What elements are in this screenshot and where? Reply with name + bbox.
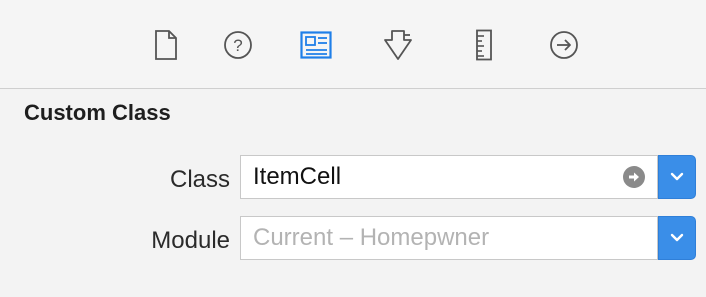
quick-help-icon[interactable]: ?	[220, 27, 256, 63]
module-label: Module	[151, 227, 230, 254]
chevron-down-icon	[670, 172, 684, 181]
file-inspector-icon[interactable]	[148, 27, 184, 63]
attributes-inspector-icon[interactable]	[380, 27, 416, 63]
module-placeholder: Current – Homepwner	[253, 224, 490, 251]
class-label: Class	[169, 166, 230, 193]
section-title: Custom Class	[24, 100, 171, 125]
toolbar-divider	[0, 88, 706, 89]
class-field[interactable]: ItemCell	[240, 155, 658, 199]
chevron-down-icon	[670, 233, 684, 242]
class-dropdown-button[interactable]	[658, 155, 696, 199]
navigate-arrow-icon[interactable]	[623, 166, 645, 188]
svg-text:?: ?	[233, 36, 242, 55]
module-field[interactable]: Current – Homepwner	[240, 216, 658, 260]
class-value[interactable]: ItemCell	[241, 163, 341, 191]
inspector-toolbar: ?	[0, 0, 706, 88]
module-dropdown-button[interactable]	[658, 216, 696, 260]
connections-inspector-icon[interactable]	[546, 27, 582, 63]
identity-inspector-icon[interactable]	[298, 27, 334, 63]
size-inspector-icon[interactable]	[466, 27, 502, 63]
